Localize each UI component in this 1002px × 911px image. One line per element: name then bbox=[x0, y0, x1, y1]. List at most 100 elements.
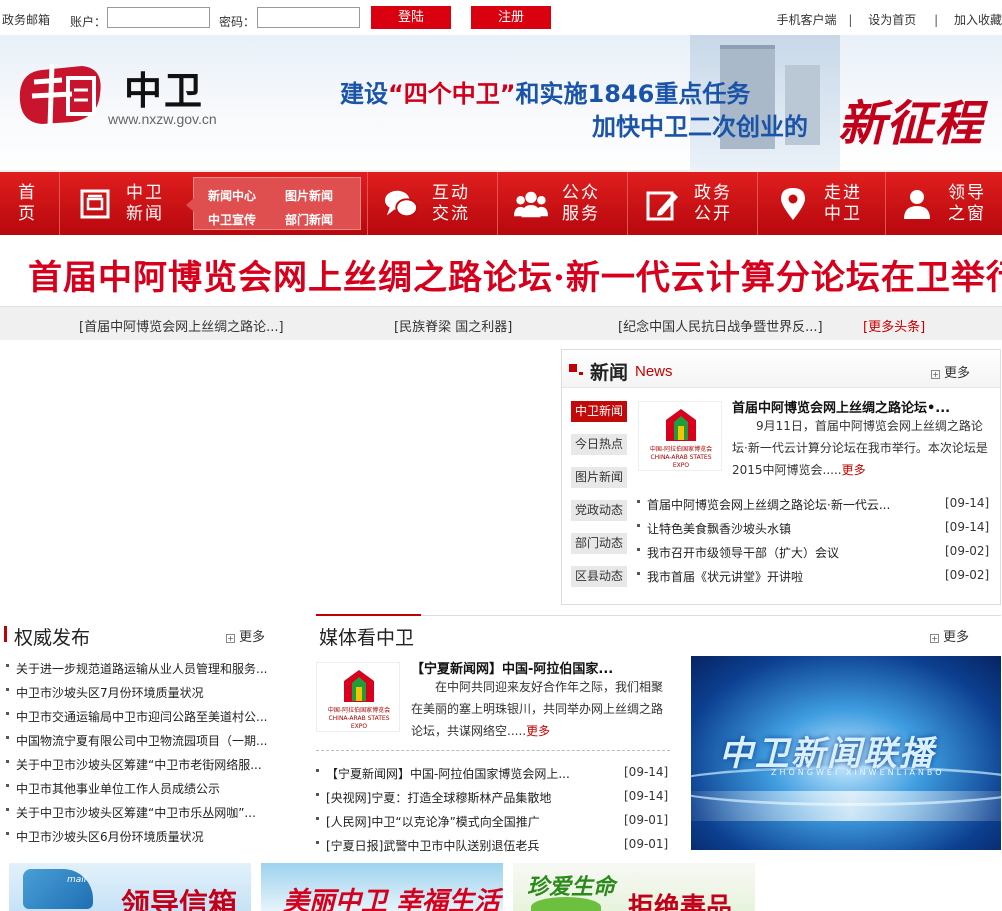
news-featured-title[interactable]: 首届中阿博览会网上丝绸之路论坛•... bbox=[732, 397, 950, 416]
sub-headline-1[interactable]: [首届中阿博览会网上丝绸之路论...] bbox=[79, 316, 284, 335]
nav-label: 首页 bbox=[18, 183, 37, 225]
register-button[interactable]: 注册 bbox=[471, 6, 551, 29]
list-item-text: [宁夏日报]武警中卫市中队送别退伍老兵 bbox=[326, 839, 540, 853]
news-grid-icon bbox=[78, 187, 112, 221]
section-underline bbox=[316, 614, 421, 616]
list-item-date: [09-14] bbox=[624, 765, 669, 779]
list-item-text: 我市首届《状元讲堂》开讲啦 bbox=[647, 570, 804, 584]
separator: | bbox=[934, 13, 939, 27]
person-icon bbox=[900, 187, 934, 221]
pencil-document-icon bbox=[646, 187, 680, 221]
beautiful-zhongwei-banner[interactable]: 美丽中卫 幸福生活 bbox=[261, 863, 503, 911]
leader-mailbox-banner[interactable]: mail 领导信箱 bbox=[9, 863, 251, 911]
list-item[interactable]: 关于中卫市沙坡头区筹建“中卫市乐丛网咖”... bbox=[6, 800, 296, 824]
list-item[interactable]: [宁夏日报]武警中卫市中队送别退伍老兵 [09-01] bbox=[316, 833, 670, 857]
list-item-date: [09-01] bbox=[624, 813, 669, 827]
more-text: 更多 bbox=[944, 366, 971, 381]
media-featured-more[interactable]: 更多 bbox=[526, 724, 550, 738]
red-square-icon bbox=[569, 364, 577, 372]
site-logo-text[interactable]: 中卫 bbox=[124, 60, 204, 115]
bullet bbox=[637, 500, 640, 503]
slogan-line-1: 建设“四个中卫”和实施1846重点任务 bbox=[340, 74, 750, 109]
submenu-zhongwei-promo[interactable]: 中卫宣传 bbox=[208, 211, 256, 228]
nav-item-visit-zhongwei[interactable]: 走进 中卫 bbox=[758, 172, 886, 235]
tab-party-news[interactable]: 党政动态 bbox=[571, 500, 627, 521]
anti-drug-banner[interactable]: 珍爱生命 拒绝毒品 bbox=[513, 863, 755, 911]
list-item-text: 首届中阿博览会网上丝绸之路论坛·新一代云... bbox=[647, 498, 891, 512]
account-input[interactable] bbox=[107, 7, 210, 28]
bullet bbox=[6, 664, 9, 667]
list-item[interactable]: 关于中卫市沙坡头区筹建“中卫市老街网络服... bbox=[6, 752, 296, 776]
nav-label-line: 页 bbox=[18, 203, 37, 224]
set-homepage-link[interactable]: 设为首页 bbox=[868, 13, 916, 27]
list-item[interactable]: 让特色美食飘香沙坡头水镇 [09-14] bbox=[637, 516, 989, 540]
list-item[interactable]: 中国物流宁夏有限公司中卫物流园项目（一期... bbox=[6, 728, 296, 752]
news-thumbnail[interactable]: 中国-阿拉伯国家博览会 CHINA-ARAB STATES EXPO bbox=[638, 401, 722, 471]
media-featured-title[interactable]: 【宁夏新闻网】中国-阿拉伯国家... bbox=[411, 658, 613, 677]
media-title: 媒体看中卫 bbox=[319, 627, 415, 649]
gov-mail-link[interactable]: 政务邮箱 bbox=[2, 11, 50, 28]
banner-text: 珍爱生命 bbox=[527, 874, 616, 900]
bullet bbox=[637, 524, 640, 527]
tab-zhongwei-news[interactable]: 中卫新闻 bbox=[571, 401, 627, 422]
list-item[interactable]: 我市首届《状元讲堂》开讲啦 [09-02] bbox=[637, 564, 989, 588]
media-more-link[interactable]: + 更多 bbox=[930, 626, 969, 645]
decorative-glow bbox=[691, 791, 1001, 821]
nav-item-leader-window[interactable]: 领导 之窗 bbox=[886, 172, 1002, 235]
password-label: 密码： bbox=[219, 15, 256, 29]
bullet bbox=[637, 548, 640, 551]
list-item[interactable]: [人民网]中卫“以克论净”模式向全国推广 [09-01] bbox=[316, 809, 670, 833]
nav-item-public-service[interactable]: 公众 服务 bbox=[498, 172, 628, 235]
news-more-link[interactable]: + 更多 bbox=[931, 362, 970, 381]
headline-title[interactable]: 首届中阿博览会网上丝绸之路论坛·新一代云计算分论坛在卫举行 bbox=[28, 250, 1002, 299]
chat-bubble-icon bbox=[384, 187, 418, 221]
list-item[interactable]: 【宁夏新闻网】中国-阿拉伯国家博览会网上... [09-14] bbox=[316, 761, 670, 785]
list-item[interactable]: 中卫市交通运输局中卫市迎闫公路至美道村公... bbox=[6, 704, 296, 728]
slogan-calligraphy: 新征程 bbox=[838, 96, 983, 152]
main-nav: 首页 中卫 新闻 新闻中心 图片新闻 中卫宣传 部门新闻 互动 交流 公众 服务 政务… bbox=[0, 170, 1002, 235]
tab-county-news[interactable]: 区县动态 bbox=[571, 566, 627, 587]
list-item[interactable]: 关于进一步规范道路运输从业人员管理和服务... bbox=[6, 656, 296, 680]
expo-caption: 中国-阿拉伯国家博览会 CHINA-ARAB STATES EXPO bbox=[649, 446, 713, 469]
plus-icon: + bbox=[930, 634, 939, 643]
list-item[interactable]: 我市召开市级领导干部（扩大）会议 [09-02] bbox=[637, 540, 989, 564]
news-featured-more[interactable]: 更多 bbox=[842, 463, 866, 477]
nav-label-line: 走进 bbox=[824, 182, 862, 203]
media-thumbnail[interactable]: 中国-阿拉伯国家博览会 CHINA-ARAB STATES EXPO bbox=[316, 662, 400, 732]
nav-item-home[interactable]: 首页 bbox=[0, 172, 60, 235]
nav-label-line: 公开 bbox=[694, 203, 732, 224]
tab-dept-news[interactable]: 部门动态 bbox=[571, 533, 627, 554]
submenu-news-center[interactable]: 新闻中心 bbox=[208, 187, 256, 204]
more-headlines-link[interactable]: [更多头条] bbox=[863, 316, 925, 335]
bullet bbox=[6, 808, 9, 811]
sub-headline-2[interactable]: [民族脊梁 国之利器] bbox=[394, 316, 512, 335]
china-seal-logo[interactable] bbox=[12, 52, 110, 132]
list-item-text: 中卫市沙坡头区7月份环境质量状况 bbox=[16, 686, 204, 700]
list-item[interactable]: 首届中阿博览会网上丝绸之路论坛·新一代云... [09-14] bbox=[637, 492, 989, 516]
login-button[interactable]: 登陆 bbox=[371, 6, 451, 29]
add-favorite-link[interactable]: 加入收藏 bbox=[954, 13, 1002, 27]
submenu-arrow-icon bbox=[186, 198, 194, 212]
tab-photo-news[interactable]: 图片新闻 bbox=[571, 467, 627, 488]
news-submenu: 新闻中心 图片新闻 中卫宣传 部门新闻 bbox=[186, 177, 361, 230]
list-item[interactable]: 中卫市沙坡头区7月份环境质量状况 bbox=[6, 680, 296, 704]
list-item[interactable]: 中卫市沙坡头区6月份环境质量状况 bbox=[6, 824, 296, 848]
more-text: 更多 bbox=[239, 630, 266, 645]
submenu-dept-news[interactable]: 部门新闻 bbox=[285, 211, 333, 228]
list-item[interactable]: 中卫市其他事业单位工作人员成绩公示 bbox=[6, 776, 296, 800]
sub-headline-3[interactable]: [纪念中国人民抗日战争暨世界反...] bbox=[618, 316, 823, 335]
list-item-text: 关于中卫市沙坡头区筹建“中卫市乐丛网咖”... bbox=[16, 806, 256, 820]
plus-icon: + bbox=[931, 370, 940, 379]
list-item[interactable]: [央视网]宁夏：打造全球穆斯林产品集散地 [09-14] bbox=[316, 785, 670, 809]
nav-item-interaction[interactable]: 互动 交流 bbox=[368, 172, 498, 235]
mobile-client-link[interactable]: 手机客户端 bbox=[777, 13, 837, 27]
slogan-part: 和实施1846重点任务 bbox=[515, 80, 751, 108]
authority-more-link[interactable]: + 更多 bbox=[226, 626, 265, 645]
bullet bbox=[6, 688, 9, 691]
submenu-photo-news[interactable]: 图片新闻 bbox=[285, 187, 333, 204]
tab-today-hot[interactable]: 今日热点 bbox=[571, 434, 627, 455]
password-input[interactable] bbox=[257, 7, 360, 28]
news-broadcast-video[interactable]: 中卫新闻联播 ZHONGWEI XINWENLIANBO bbox=[691, 656, 1001, 850]
nav-label-line: 首 bbox=[18, 182, 37, 203]
nav-item-gov-affairs[interactable]: 政务 公开 bbox=[628, 172, 758, 235]
